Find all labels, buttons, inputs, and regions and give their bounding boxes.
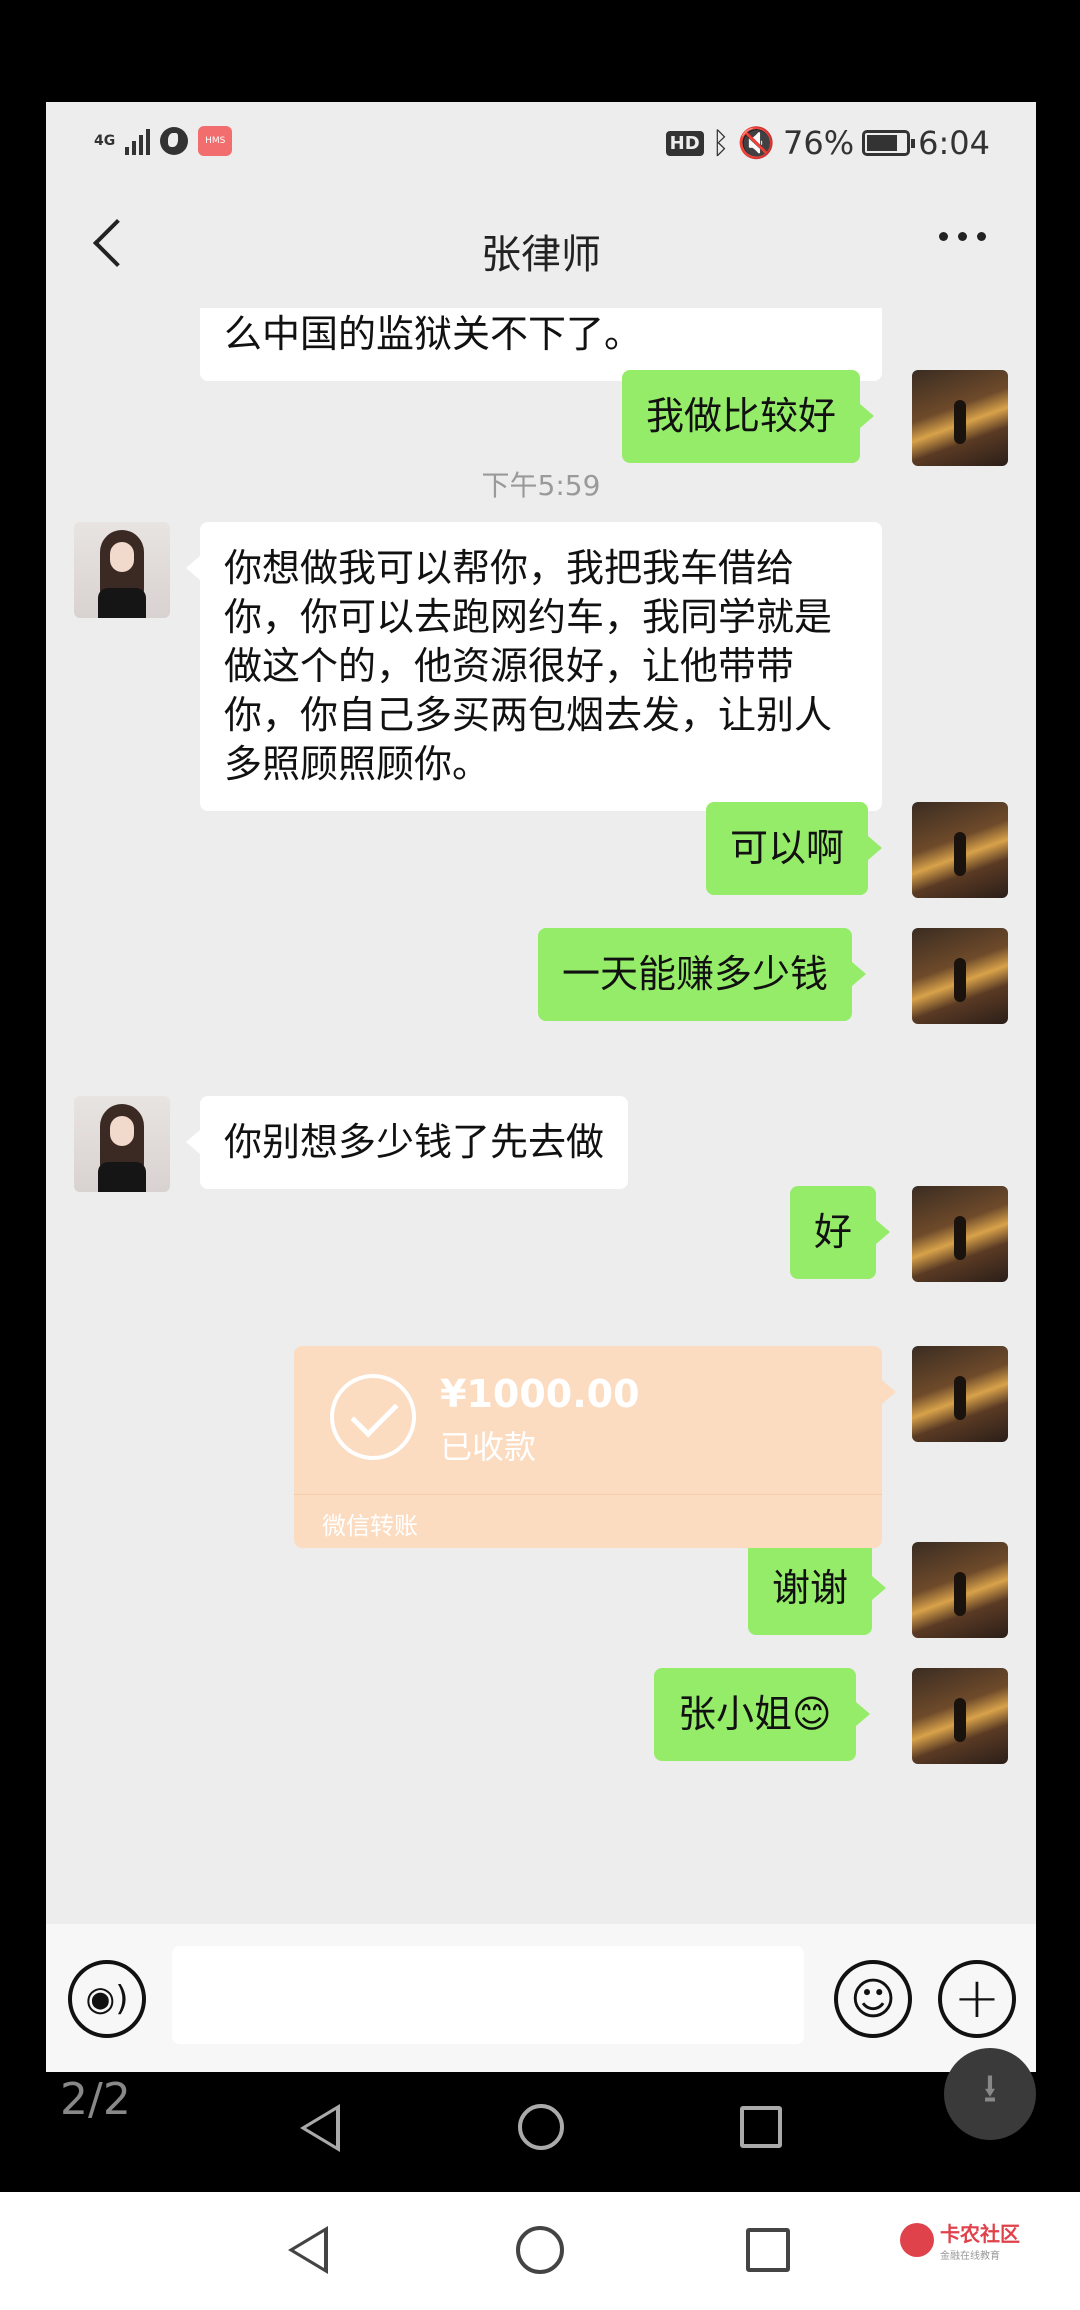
- my-avatar[interactable]: [912, 1186, 1008, 1282]
- received-check-icon: [330, 1374, 416, 1460]
- transfer-type: 微信转账: [322, 1512, 418, 1540]
- message-list[interactable]: 么中国的监狱关不下了。 我做比较好 下午5:59 你想做我可以帮你，我把我车借给…: [46, 308, 1036, 2026]
- home-circle-icon: [518, 2104, 564, 2150]
- watermark: 卡农社区 金融在线教育: [900, 2218, 1020, 2262]
- message-bubble-received[interactable]: 你想做我可以帮你，我把我车借给你，你可以去跑网约车，我同学就是做这个的，他资源很…: [186, 522, 882, 811]
- globe-icon: [160, 127, 189, 155]
- message-bubble-sent[interactable]: 可以啊: [706, 802, 883, 895]
- screen: 4G HMS HD ᛒ 🔇 76% 6:04 张律师 么中国的监狱关不下了。 我…: [0, 0, 1080, 2310]
- contact-avatar[interactable]: [74, 522, 170, 618]
- download-icon[interactable]: ⭳: [944, 2048, 1036, 2140]
- chat-header: 张律师: [46, 188, 1036, 308]
- voice-icon[interactable]: ◉): [68, 1960, 146, 2038]
- my-avatar[interactable]: [912, 802, 1008, 898]
- page-title: 张律师: [481, 232, 601, 278]
- status-bar: 4G HMS HD ᛒ 🔇 76% 6:04: [46, 102, 1036, 188]
- message-bubble-sent[interactable]: 谢谢: [748, 1542, 887, 1635]
- inner-nav-bar: [0, 2072, 1080, 2192]
- message-input[interactable]: [172, 1946, 804, 2044]
- bluetooth-icon: ᛒ: [711, 125, 730, 161]
- battery-icon: [862, 130, 916, 156]
- nav-home-icon[interactable]: [516, 2226, 564, 2274]
- mute-icon: 🔇: [737, 125, 776, 161]
- transfer-status: 已收款: [440, 1428, 537, 1466]
- back-triangle-icon: [300, 2104, 340, 2152]
- recents-square-icon: [740, 2106, 782, 2148]
- message-timestamp: 下午5:59: [481, 469, 601, 502]
- transfer-card[interactable]: ¥1000.00 已收款 微信转账: [294, 1346, 896, 1548]
- message-bubble-sent[interactable]: 我做比较好: [622, 370, 875, 463]
- watermark-main: 卡农社区: [940, 2222, 1020, 2246]
- contact-avatar[interactable]: [74, 1096, 170, 1192]
- nav-back-icon[interactable]: [288, 2226, 328, 2274]
- message-bubble-sent[interactable]: 好: [790, 1186, 891, 1279]
- my-avatar[interactable]: [912, 1346, 1008, 1442]
- my-avatar[interactable]: [912, 1542, 1008, 1638]
- my-avatar[interactable]: [912, 370, 1008, 466]
- message-bubble-received[interactable]: 你别想多少钱了先去做: [185, 1096, 629, 1189]
- clock: 6:04: [918, 124, 990, 162]
- transfer-amount: ¥1000.00: [440, 1372, 640, 1416]
- message-bubble-sent[interactable]: 一天能赚多少钱: [538, 928, 867, 1021]
- more-dots-icon[interactable]: [939, 232, 986, 241]
- nav-recents-icon[interactable]: [746, 2228, 790, 2272]
- watermark-logo-icon: [900, 2223, 934, 2257]
- battery-percent: 76%: [783, 124, 855, 162]
- signal-icon: [125, 127, 151, 155]
- chat-screen: 4G HMS HD ᛒ 🔇 76% 6:04 张律师 么中国的监狱关不下了。 我…: [46, 102, 1036, 2072]
- emoji-icon[interactable]: ☺: [834, 1960, 912, 2038]
- message-bubble-sent[interactable]: 张小姐😊: [654, 1668, 870, 1761]
- transfer-divider: [294, 1494, 882, 1495]
- hd-icon: HD: [665, 130, 704, 156]
- watermark-sub: 金融在线教育: [940, 2251, 1000, 2262]
- plus-icon[interactable]: +: [938, 1960, 1016, 2038]
- my-avatar[interactable]: [912, 928, 1008, 1024]
- hms-icon: HMS: [198, 126, 233, 156]
- network-type: 4G: [94, 133, 116, 149]
- my-avatar[interactable]: [912, 1668, 1008, 1764]
- input-bar: ◉) ☺ +: [46, 1924, 1036, 2072]
